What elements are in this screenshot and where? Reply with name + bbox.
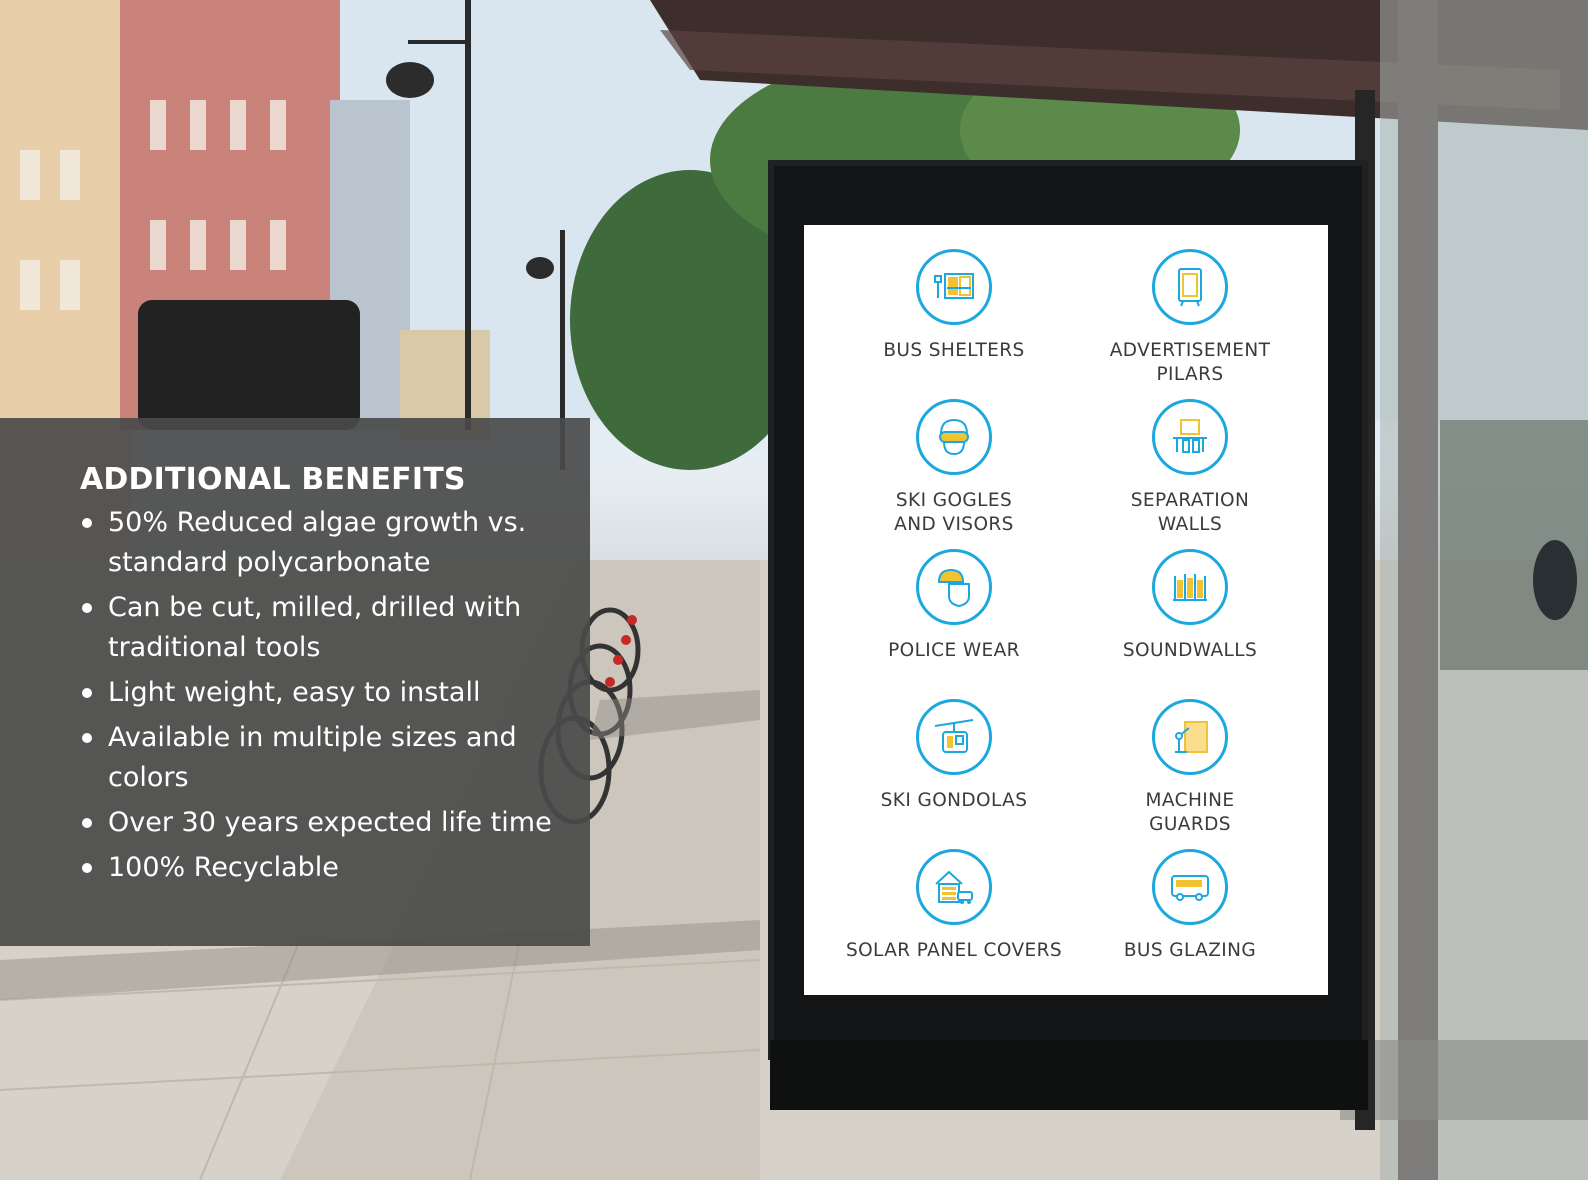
application-label: SOUNDWALLS: [1122, 640, 1258, 661]
application-label: MACHINE GUARDS: [1145, 790, 1235, 835]
bullet-icon: [82, 733, 92, 743]
application-ski-goggles: SKI GOGLES AND VISORS: [834, 399, 1074, 537]
benefit-item: Over 30 years expected life time: [80, 803, 566, 843]
bullet-icon: [82, 518, 92, 528]
application-label: SOLAR PANEL COVERS: [845, 940, 1063, 961]
application-police-wear: POLICE WEAR: [834, 549, 1074, 663]
ski-goggles-icon: [916, 399, 992, 475]
benefit-text: Can be cut, milled, drilled with traditi…: [108, 592, 522, 663]
applications-poster: BUS SHELTERS ADVERTISEMENT PILARS SKI GO…: [804, 225, 1328, 995]
bullet-icon: [82, 863, 92, 873]
benefit-text: Available in multiple sizes and colors: [108, 722, 517, 793]
benefit-item: Light weight, easy to install: [80, 673, 566, 713]
application-label: BUS GLAZING: [1123, 940, 1257, 961]
benefit-item: 100% Recyclable: [80, 848, 566, 888]
advertisement-pillar-icon: [1152, 249, 1228, 325]
application-ski-gondolas: SKI GONDOLAS: [834, 699, 1074, 813]
benefits-list: 50% Reduced algae growth vs. standard po…: [80, 503, 566, 888]
application-label: SKI GOGLES AND VISORS: [894, 490, 1014, 535]
benefit-text: Light weight, easy to install: [108, 677, 481, 708]
application-separation-walls: SEPARATION WALLS: [1070, 399, 1310, 537]
bus-glazing-icon: [1152, 849, 1228, 925]
benefit-item: 50% Reduced algae growth vs. standard po…: [80, 503, 566, 583]
bus-shelter-icon: [916, 249, 992, 325]
benefits-title: ADDITIONAL BENEFITS: [80, 462, 466, 497]
benefit-item: Available in multiple sizes and colors: [80, 718, 566, 798]
application-label: ADVERTISEMENT PILARS: [1109, 340, 1271, 385]
benefit-item: Can be cut, milled, drilled with traditi…: [80, 588, 566, 668]
benefit-text: Over 30 years expected life time: [108, 807, 552, 838]
application-label: SEPARATION WALLS: [1130, 490, 1250, 535]
separation-walls-icon: [1152, 399, 1228, 475]
application-bus-shelters: BUS SHELTERS: [834, 249, 1074, 363]
bullet-icon: [82, 603, 92, 613]
application-label: SKI GONDOLAS: [880, 790, 1028, 811]
solar-panel-cover-icon: [916, 849, 992, 925]
application-solar-panel-covers: SOLAR PANEL COVERS: [834, 849, 1074, 963]
application-soundwalls: SOUNDWALLS: [1070, 549, 1310, 663]
bullet-icon: [82, 688, 92, 698]
ski-gondola-icon: [916, 699, 992, 775]
application-label: POLICE WEAR: [888, 640, 1020, 661]
application-advertisement-pilars: ADVERTISEMENT PILARS: [1070, 249, 1310, 387]
application-bus-glazing: BUS GLAZING: [1070, 849, 1310, 963]
application-machine-guards: MACHINE GUARDS: [1070, 699, 1310, 837]
benefit-text: 50% Reduced algae growth vs. standard po…: [108, 507, 527, 578]
benefit-text: 100% Recyclable: [108, 852, 339, 883]
police-wear-icon: [916, 549, 992, 625]
application-label: BUS SHELTERS: [883, 340, 1025, 361]
machine-guard-icon: [1152, 699, 1228, 775]
soundwalls-icon: [1152, 549, 1228, 625]
bullet-icon: [82, 818, 92, 828]
billboard-base: [770, 1040, 1368, 1110]
benefits-panel: ADDITIONAL BENEFITS 50% Reduced algae gr…: [0, 418, 590, 946]
